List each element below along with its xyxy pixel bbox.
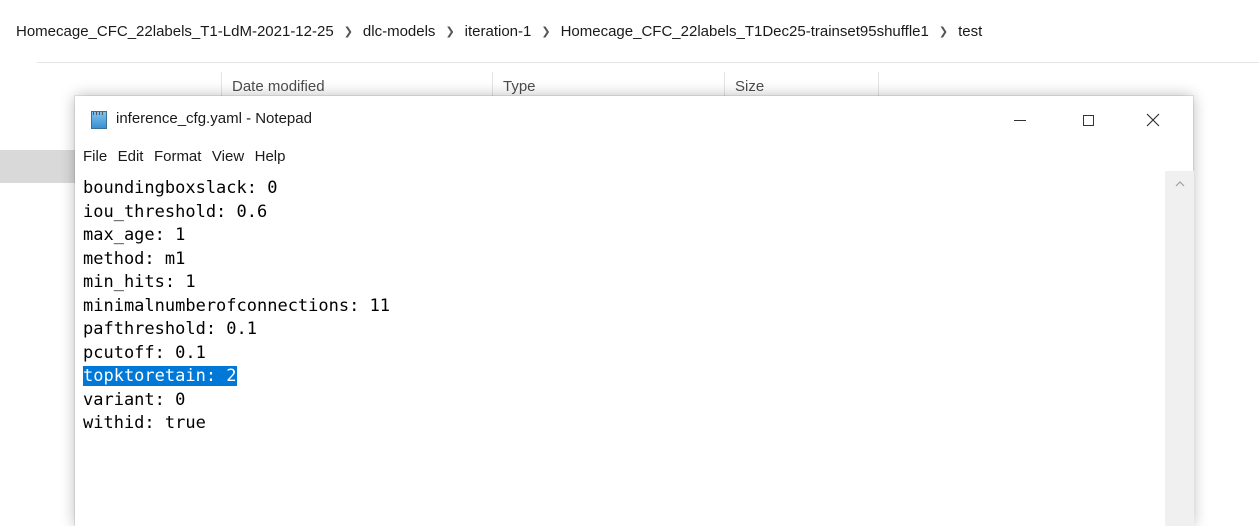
close-icon (1146, 113, 1160, 127)
chevron-right-icon[interactable]: ❯ (541, 25, 550, 38)
close-button[interactable] (1130, 96, 1176, 144)
editor-lines: boundingboxslack: 0 iou_threshold: 0.6 m… (83, 177, 390, 436)
notepad-icon[interactable] (91, 111, 107, 129)
text-line[interactable]: max_age: 1 (83, 224, 390, 248)
chevron-right-icon[interactable]: ❯ (939, 25, 948, 38)
text-editor[interactable]: boundingboxslack: 0 iou_threshold: 0.6 m… (75, 171, 1165, 526)
breadcrumb-item[interactable]: test (958, 23, 982, 40)
minimize-icon (1014, 119, 1026, 121)
text-line[interactable]: pcutoff: 0.1 (83, 342, 390, 366)
column-header-date-modified[interactable]: Date modified (221, 72, 325, 98)
menu-edit[interactable]: Edit (115, 146, 147, 168)
menu-file[interactable]: File (80, 146, 110, 168)
text-line[interactable]: pafthreshold: 0.1 (83, 318, 390, 342)
column-header-type[interactable]: Type (492, 72, 536, 98)
chevron-up-icon (1175, 181, 1185, 187)
text-line[interactable]: iou_threshold: 0.6 (83, 201, 390, 225)
minimize-button[interactable] (997, 96, 1043, 144)
menu-bar: File Edit Format View Help (75, 146, 1193, 168)
breadcrumb-item[interactable]: Homecage_CFC_22labels_T1Dec25-trainset95… (561, 23, 929, 40)
breadcrumb-item[interactable]: Homecage_CFC_22labels_T1-LdM-2021-12-25 (16, 23, 334, 40)
text-line-selected[interactable]: topktoretain: 2 (83, 365, 390, 389)
scroll-up-button[interactable] (1166, 171, 1194, 197)
file-list-header: Date modified Type Size (0, 72, 1259, 98)
menu-view[interactable]: View (209, 146, 247, 168)
nav-pane-selected-item[interactable] (0, 150, 76, 183)
maximize-button[interactable] (1065, 96, 1111, 144)
menu-format[interactable]: Format (151, 146, 205, 168)
text-line[interactable]: minimalnumberofconnections: 11 (83, 295, 390, 319)
notepad-window: inference_cfg.yaml - Notepad File Edit F… (75, 96, 1194, 526)
chevron-right-icon[interactable]: ❯ (344, 25, 353, 38)
title-bar[interactable]: inference_cfg.yaml - Notepad (75, 96, 1193, 144)
chevron-right-icon[interactable]: ❯ (445, 25, 454, 38)
vertical-scrollbar[interactable] (1165, 171, 1194, 526)
breadcrumb: Homecage_CFC_22labels_T1-LdM-2021-12-25 … (0, 0, 1259, 62)
menu-help[interactable]: Help (252, 146, 289, 168)
explorer-divider (37, 62, 1259, 63)
column-separator[interactable] (878, 72, 879, 98)
column-header-size[interactable]: Size (724, 72, 764, 98)
breadcrumb-item[interactable]: dlc-models (363, 23, 436, 40)
text-line[interactable]: min_hits: 1 (83, 271, 390, 295)
text-line[interactable]: withid: true (83, 412, 390, 436)
window-title: inference_cfg.yaml - Notepad (116, 110, 312, 127)
text-line[interactable]: boundingboxslack: 0 (83, 177, 390, 201)
maximize-icon (1082, 114, 1094, 126)
breadcrumb-item[interactable]: iteration-1 (465, 23, 532, 40)
text-line[interactable]: method: m1 (83, 248, 390, 272)
selected-text[interactable]: topktoretain: 2 (83, 366, 237, 386)
text-line[interactable]: variant: 0 (83, 389, 390, 413)
